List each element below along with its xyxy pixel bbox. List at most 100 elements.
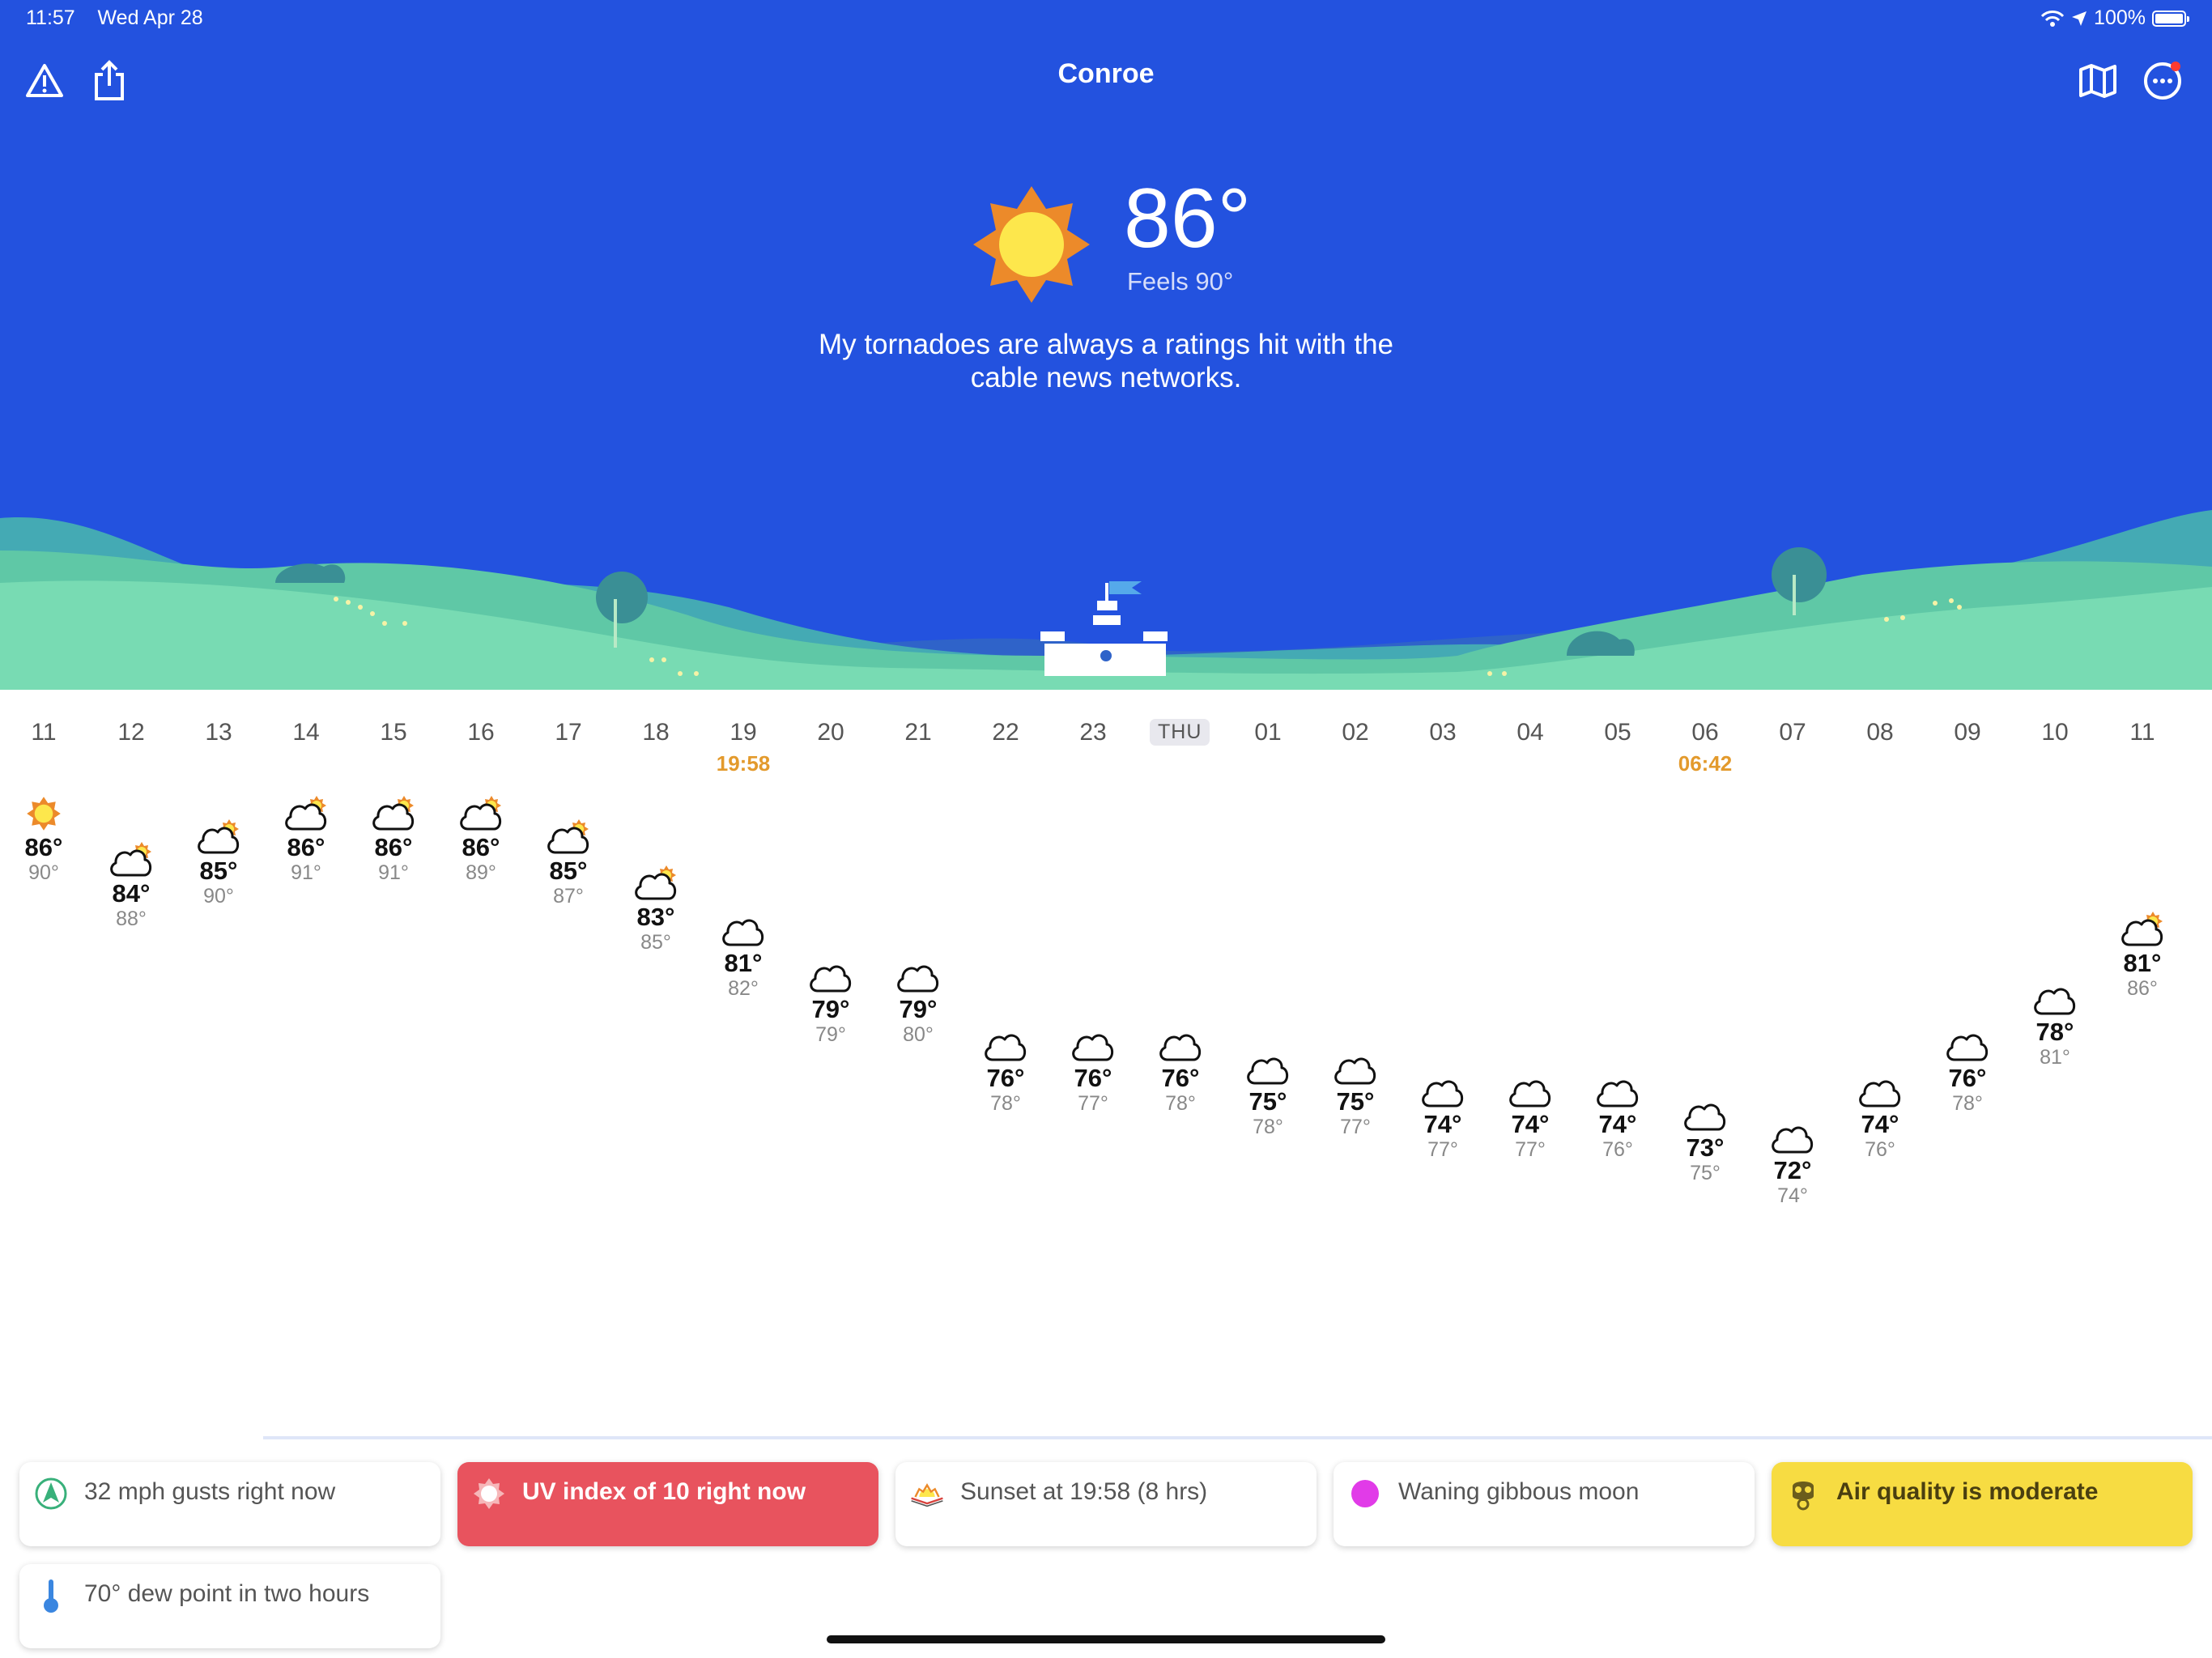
hour-forecast-item[interactable]: 76° 78°: [1927, 1024, 2008, 1115]
hour-forecast-item[interactable]: 86° 91°: [353, 793, 434, 884]
gusts-card[interactable]: 32 mph gusts right now: [19, 1462, 440, 1546]
thermometer-icon: [34, 1579, 68, 1613]
hour-label: 13: [205, 719, 232, 746]
hour-temperature: 74°: [1598, 1110, 1637, 1138]
hour-temperature: 74°: [1861, 1110, 1899, 1138]
hour-feels-like: 74°: [1777, 1184, 1808, 1207]
card-text: Waning gibbous moon: [1398, 1478, 1640, 1505]
wifi-icon: [2040, 10, 2065, 27]
hour-feels-like: 91°: [291, 861, 321, 884]
hour-label: 12: [117, 719, 145, 746]
cloud-icon: [897, 965, 939, 992]
hour-feels-like: 78°: [1165, 1092, 1196, 1115]
card-text: Sunset at 19:58 (8 hrs): [960, 1478, 1208, 1505]
hour-label: 09: [1954, 719, 1981, 746]
hour-forecast-item[interactable]: 86° 90°: [3, 793, 84, 884]
hour-label: 11: [31, 719, 57, 746]
hour-temperature: 79°: [811, 994, 850, 1023]
hour-feels-like: 77°: [1427, 1138, 1458, 1161]
uv-card[interactable]: UV index of 10 right now: [457, 1462, 878, 1546]
hour-forecast-item[interactable]: 81° 82°: [703, 909, 784, 1000]
partly-cloudy-icon: [635, 865, 677, 899]
card-text: UV index of 10 right now: [522, 1478, 806, 1505]
hour-forecast-item[interactable]: 74° 77°: [1402, 1070, 1483, 1161]
air-card[interactable]: Air quality is moderate: [1772, 1462, 2193, 1546]
location-arrow-icon: [2072, 11, 2087, 26]
cloud-icon: [1334, 1057, 1376, 1084]
cloud-icon: [722, 919, 764, 946]
sunset-icon: [910, 1477, 944, 1511]
hour-forecast-item[interactable]: 86° 91°: [266, 793, 347, 884]
hour-feels-like: 82°: [728, 976, 759, 1000]
hour-forecast-item[interactable]: 72° 74°: [1752, 1116, 1833, 1207]
hour-label: 19: [730, 719, 757, 746]
partly-cloudy-icon: [547, 818, 589, 853]
hour-temperature: 72°: [1773, 1156, 1812, 1184]
partly-cloudy-icon: [460, 796, 502, 831]
hour-temperature: 74°: [1511, 1110, 1550, 1138]
hour-forecast-item[interactable]: 86° 89°: [440, 793, 521, 884]
cloud-icon: [1509, 1080, 1551, 1107]
status-time: 11:57: [26, 6, 75, 29]
map-icon[interactable]: [2075, 58, 2121, 104]
cloud-icon: [1859, 1080, 1901, 1107]
sunset-card[interactable]: Sunset at 19:58 (8 hrs): [895, 1462, 1317, 1546]
cloud-icon: [1159, 1034, 1202, 1061]
hour-label: 02: [1342, 719, 1369, 746]
hour-forecast-item[interactable]: 74° 76°: [1577, 1070, 1658, 1161]
hour-feels-like: 81°: [2040, 1046, 2070, 1069]
hour-forecast-item[interactable]: 79° 79°: [790, 955, 871, 1046]
hour-label: 05: [1604, 719, 1631, 746]
hour-forecast-item[interactable]: 74° 76°: [1840, 1070, 1921, 1161]
hour-label: 20: [817, 719, 844, 746]
hour-forecast-item[interactable]: 76° 77°: [1053, 1024, 1134, 1115]
status-bar-left: 11:57 Wed Apr 28: [26, 6, 203, 30]
hour-label: 22: [992, 719, 1019, 746]
hour-temperature: 74°: [1423, 1110, 1462, 1138]
hour-label: 03: [1429, 719, 1457, 746]
moon-icon: [1348, 1477, 1382, 1511]
hour-forecast-item[interactable]: 74° 77°: [1490, 1070, 1571, 1161]
hour-forecast-item[interactable]: 75° 77°: [1315, 1048, 1396, 1138]
hour-forecast-item[interactable]: 84° 88°: [91, 840, 172, 930]
sun-event-time: 19:58: [716, 751, 771, 776]
hour-forecast-item[interactable]: 75° 78°: [1227, 1048, 1308, 1138]
home-indicator[interactable]: [827, 1635, 1385, 1643]
partly-cloudy-icon: [285, 796, 327, 831]
hour-temperature: 76°: [1161, 1064, 1200, 1092]
hour-forecast-item[interactable]: 81° 86°: [2102, 909, 2183, 1000]
day-divider-chip: THU: [1150, 719, 1210, 746]
cloud-icon: [1072, 1034, 1114, 1061]
scroll-indicator: [263, 1436, 2212, 1439]
hour-temperature: 83°: [636, 902, 675, 931]
hour-feels-like: 90°: [28, 861, 59, 884]
hour-temperature: 84°: [112, 879, 151, 908]
hour-forecast-item[interactable]: 76° 78°: [965, 1024, 1046, 1115]
dew-card[interactable]: 70° dew point in two hours: [19, 1564, 440, 1648]
hour-label: 01: [1254, 719, 1282, 746]
hour-label: 14: [292, 719, 320, 746]
status-bar-right: 100%: [2040, 6, 2189, 30]
page-title: Conroe: [1057, 58, 1155, 89]
cloud-icon: [1772, 1126, 1814, 1154]
hour-label: 08: [1866, 719, 1894, 746]
hour-forecast-item[interactable]: 79° 80°: [878, 955, 959, 1046]
hour-temperature: 81°: [2123, 948, 2162, 977]
landscape-illustration: [0, 510, 2212, 690]
hour-temperature: 86°: [24, 833, 63, 861]
hour-forecast-item[interactable]: 76° 78°: [1140, 1024, 1221, 1115]
hour-temperature: 76°: [986, 1064, 1025, 1092]
more-icon[interactable]: [2140, 58, 2185, 104]
hour-forecast-item[interactable]: 85° 90°: [178, 817, 259, 908]
hourly-forecast[interactable]: 11 86° 90° 12 84° 88° 13 85° 90° 14 86° 91° 15 86° 91°…: [0, 690, 2212, 1435]
hour-forecast-item[interactable]: 73° 75°: [1665, 1094, 1746, 1184]
hour-forecast-item[interactable]: 83° 85°: [615, 863, 696, 954]
cloud-icon: [1597, 1080, 1639, 1107]
moon-card[interactable]: Waning gibbous moon: [1334, 1462, 1755, 1546]
hour-temperature: 86°: [287, 833, 325, 861]
hour-forecast-item[interactable]: 78° 81°: [2014, 978, 2095, 1069]
hour-forecast-item[interactable]: 85° 87°: [528, 817, 609, 908]
hour-feels-like: 87°: [553, 884, 584, 908]
partly-cloudy-icon: [110, 842, 152, 877]
gas-mask-icon: [1786, 1477, 1820, 1511]
